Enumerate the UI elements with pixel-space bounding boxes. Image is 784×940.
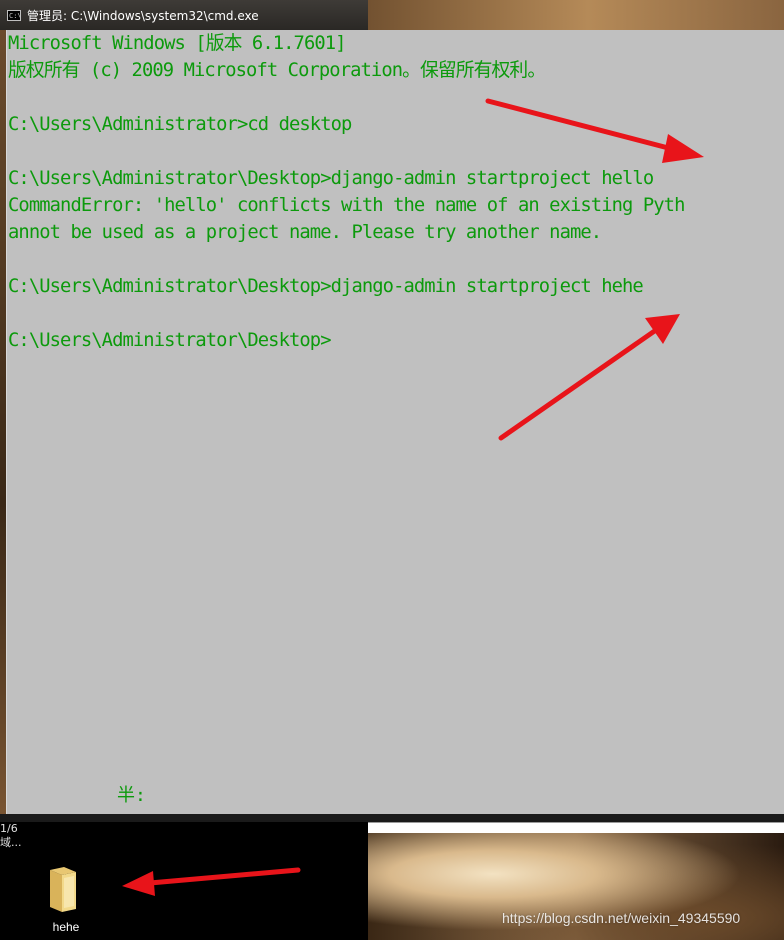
window-title: 管理员: C:\Windows\system32\cmd.exe	[27, 8, 259, 23]
console-output[interactable]: Microsoft Windows [版本 6.1.7601] 版权所有 (c)…	[6, 30, 784, 814]
cmd-icon: C:\	[7, 9, 22, 21]
cmd-window: C:\ 管理员: C:\Windows\system32\cmd.exe Mic…	[0, 0, 784, 822]
folder-icon	[50, 867, 76, 912]
console-line: CommandError: 'hello' conflicts with the…	[8, 195, 685, 216]
item-count-status: 1/6	[0, 822, 18, 835]
console-line: 版权所有 (c) 2009 Microsoft Corporation。保留所有…	[8, 60, 546, 81]
console-line: C:\Users\Administrator\Desktop>	[8, 330, 332, 351]
folder-item-hehe[interactable]: hehe	[38, 862, 94, 936]
watermark: https://blog.csdn.net/weixin_49345590	[502, 910, 741, 926]
folder-label: hehe	[52, 920, 80, 934]
window-bottom-border	[0, 814, 784, 822]
console-line: C:\Users\Administrator>cd desktop	[8, 114, 352, 135]
console-line: C:\Users\Administrator\Desktop>django-ad…	[8, 276, 644, 297]
console-line: C:\Users\Administrator\Desktop>django-ad…	[8, 168, 654, 189]
console-line: annot be used as a project name. Please …	[8, 222, 602, 243]
console-line: Microsoft Windows [版本 6.1.7601]	[8, 33, 346, 54]
title-bar[interactable]: C:\ 管理员: C:\Windows\system32\cmd.exe	[0, 0, 368, 30]
ime-status: 半:	[117, 785, 146, 806]
status-field: 域...	[0, 836, 22, 849]
